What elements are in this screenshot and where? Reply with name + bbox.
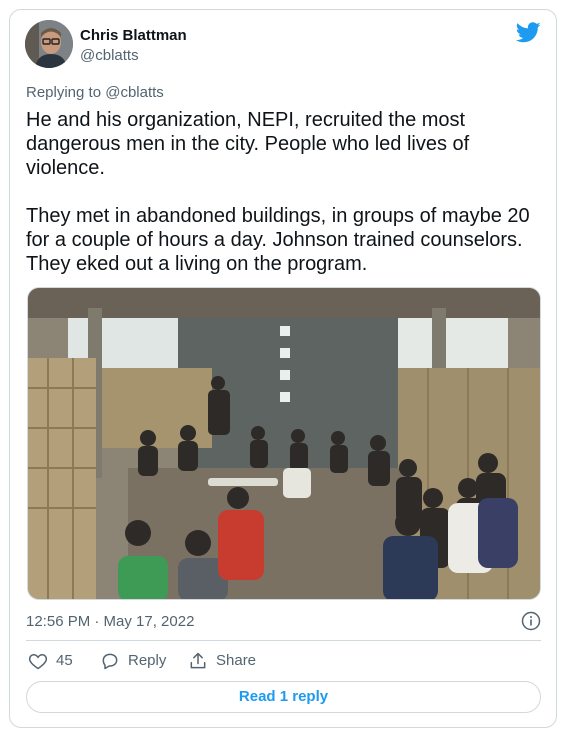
info-icon[interactable] <box>521 611 541 631</box>
read-replies-button[interactable]: Read 1 reply <box>26 681 541 713</box>
avatar[interactable] <box>25 20 73 68</box>
author-handle[interactable]: @cblatts <box>80 47 139 65</box>
share-label: Share <box>216 652 257 669</box>
author-name[interactable]: Chris Blattman <box>80 28 187 44</box>
reply-label: Reply <box>128 652 167 669</box>
twitter-bird-icon[interactable] <box>516 22 541 43</box>
divider <box>26 640 541 641</box>
like-button[interactable]: 45 <box>28 651 73 671</box>
like-count: 45 <box>56 652 73 669</box>
tweet-text: He and his organization, NEPI, recruited… <box>26 108 546 276</box>
tweet-paragraph: He and his organization, NEPI, recruited… <box>26 109 470 179</box>
reply-button[interactable]: Reply <box>100 651 166 671</box>
timestamp[interactable]: 12:56 PM · May 17, 2022 <box>26 613 194 631</box>
reply-icon <box>102 653 118 670</box>
replying-to[interactable]: Replying to @cblatts <box>26 84 164 102</box>
heart-icon <box>28 653 48 670</box>
profile-photo <box>25 20 73 68</box>
tweet-paragraph: They met in abandoned buildings, in grou… <box>26 205 530 275</box>
tweet-photo[interactable] <box>27 287 541 600</box>
photo-group-meeting-in-abandoned-building <box>28 288 540 599</box>
share-button[interactable]: Share <box>188 651 256 671</box>
share-icon <box>190 652 206 669</box>
